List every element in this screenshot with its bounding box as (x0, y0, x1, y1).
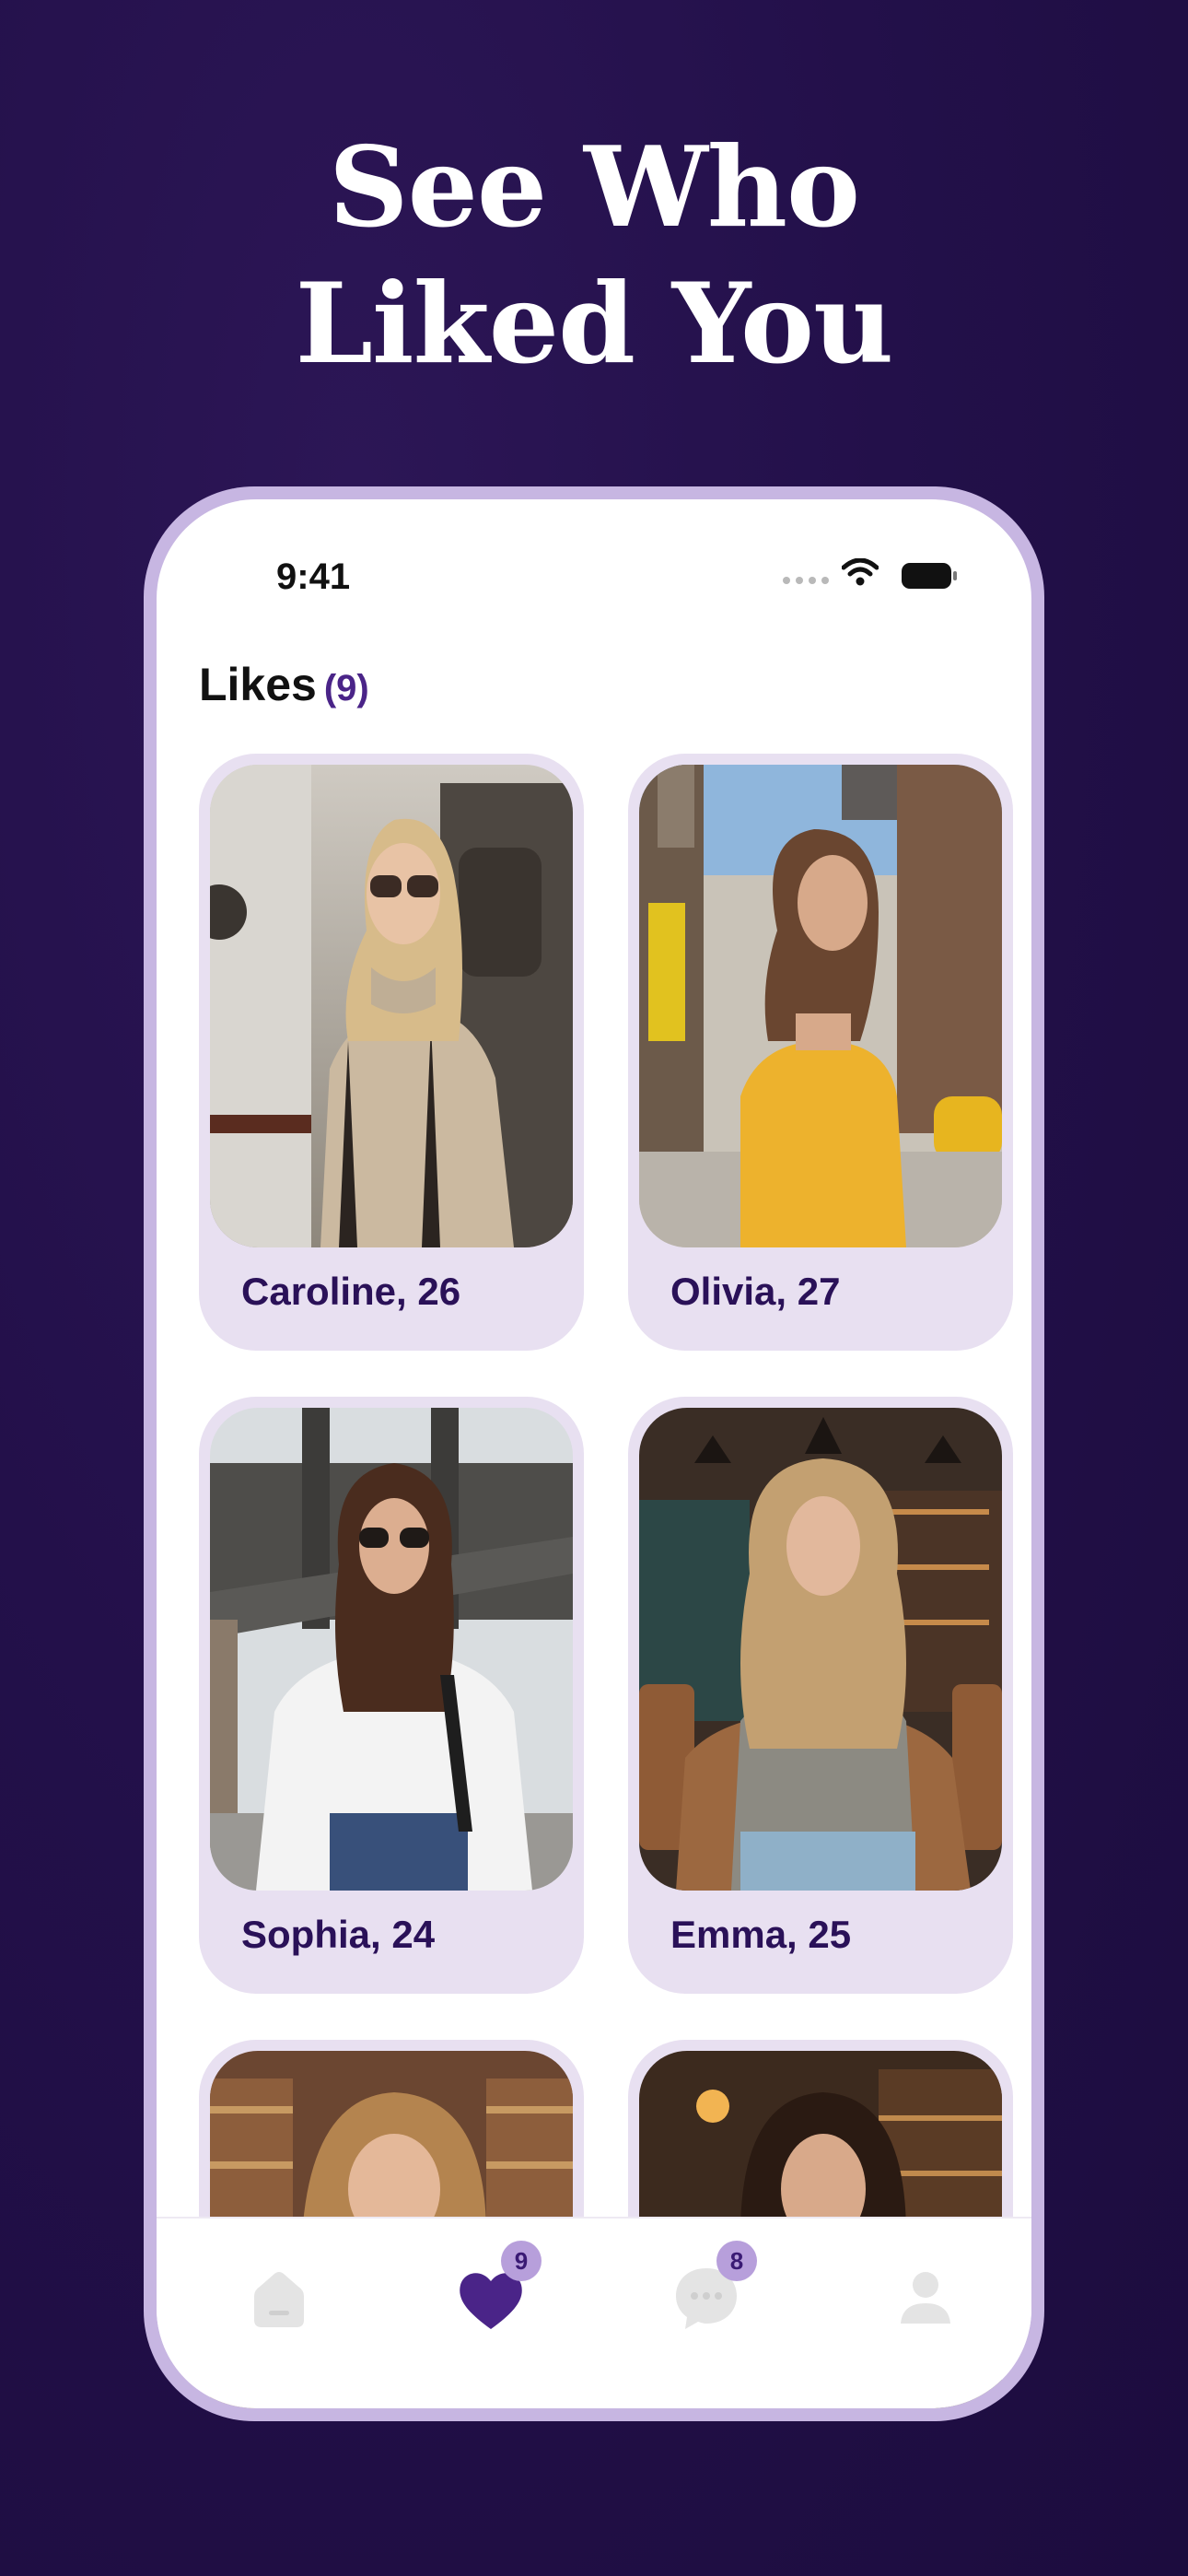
tab-bar: 9 8 (157, 2217, 1031, 2408)
likes-title: Likes (199, 659, 317, 710)
headline-line-2: Liked You (295, 259, 894, 389)
tab-likes[interactable]: 9 (449, 2241, 542, 2338)
phone-frame: 9:41 Likes (9) Caroline, 26 Olivia, 27 S… (144, 486, 1044, 2421)
signal-dots-icon (783, 577, 829, 584)
profile-card[interactable]: Emma, 25 (628, 1397, 1013, 1994)
tab-home[interactable] (238, 2255, 320, 2338)
likes-count: (9) (323, 668, 369, 708)
likes-badge: 9 (501, 2241, 542, 2281)
profile-card[interactable]: Sophia, 24 (199, 1397, 584, 1994)
tab-profile[interactable] (884, 2255, 967, 2338)
wifi-icon (842, 558, 879, 586)
profile-card[interactable]: Caroline, 26 (199, 754, 584, 1351)
profile-name: Caroline, 26 (241, 1270, 461, 1313)
battery-icon (902, 563, 957, 589)
profile-name: Sophia, 24 (241, 1913, 436, 1956)
tab-messages[interactable]: 8 (665, 2241, 757, 2338)
home-icon (254, 2272, 304, 2327)
status-time: 9:41 (276, 556, 351, 597)
profile-card[interactable]: Olivia, 27 (628, 754, 1013, 1351)
promo-headline: See Who Liked You (0, 120, 1188, 392)
likes-header: Likes (9) (199, 658, 369, 711)
profile-photo (210, 765, 573, 1247)
profile-name: Emma, 25 (670, 1913, 852, 1956)
profile-photo (210, 1408, 573, 1891)
headline-line-1: See Who (328, 123, 860, 252)
profile-icon (901, 2272, 950, 2324)
profile-name: Olivia, 27 (670, 1270, 841, 1313)
messages-badge: 8 (716, 2241, 757, 2281)
status-bar: 9:41 (157, 499, 1031, 601)
profile-photo (639, 1408, 1002, 1891)
phone-screen: 9:41 Likes (9) Caroline, 26 Olivia, 27 S… (157, 499, 1031, 2408)
profile-photo (639, 765, 1002, 1247)
